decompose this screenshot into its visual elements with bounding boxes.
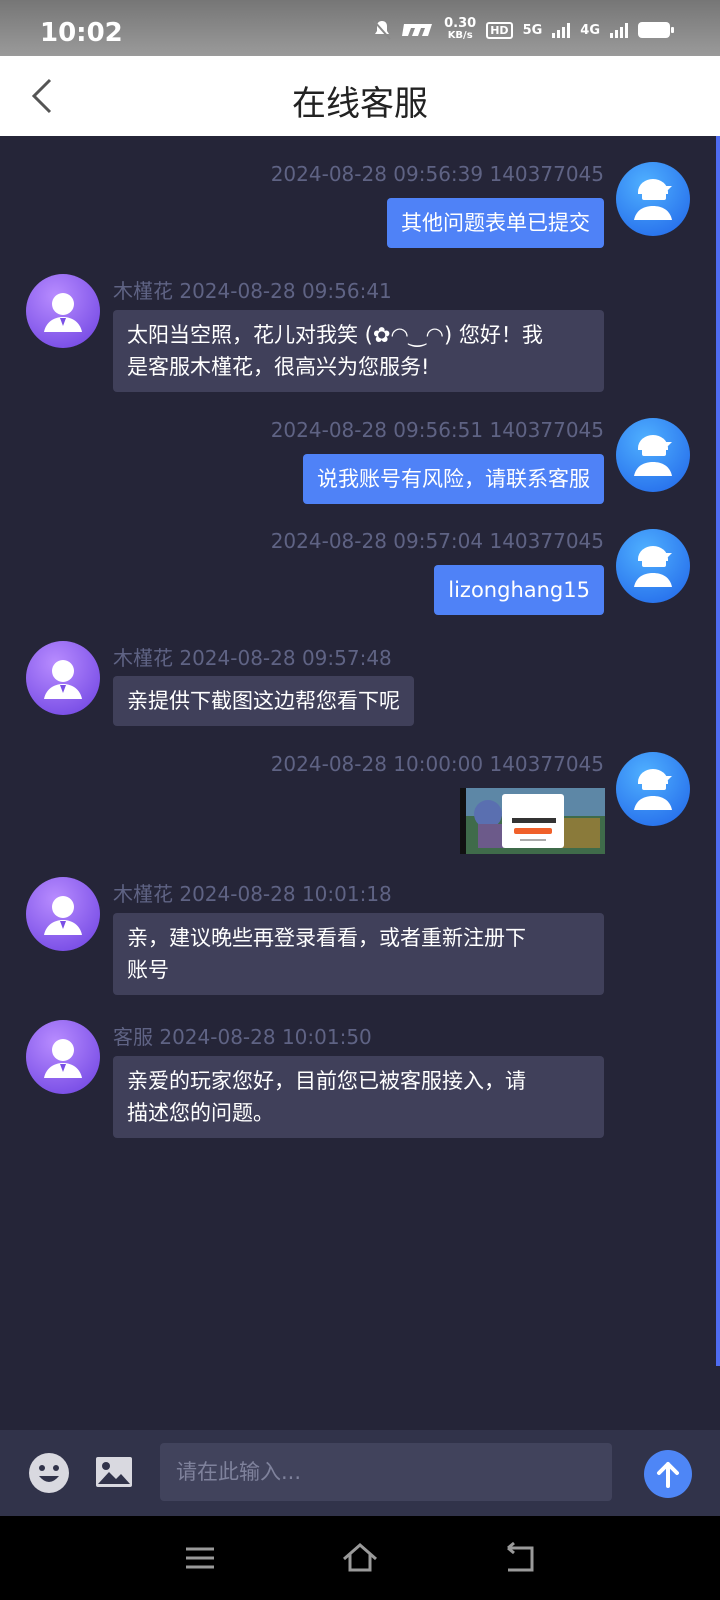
message-meta: 客服 2024-08-28 10:01:50 — [113, 1021, 372, 1050]
battery-icon — [638, 22, 674, 38]
sender-name: 木槿花 — [113, 646, 173, 670]
home-button[interactable] — [340, 1538, 380, 1578]
hd-badge: HD — [486, 21, 513, 39]
input-bar — [0, 1430, 720, 1516]
message-bubble[interactable]: lizonghang15 — [434, 565, 604, 615]
user-avatar-icon — [634, 546, 672, 587]
message-bubble[interactable]: 亲，建议晚些再登录看看，或者重新注册下 账号 — [113, 913, 604, 995]
emoji-button[interactable] — [28, 1452, 70, 1494]
user-avatar-icon — [634, 435, 672, 476]
status-icons: 0.30 KB/s HD 5G 4G — [372, 16, 674, 42]
scrollbar[interactable] — [716, 136, 720, 1366]
sender-name: 木槿花 — [113, 882, 173, 906]
agent-avatar[interactable] — [26, 641, 100, 715]
user-avatar[interactable] — [616, 529, 690, 603]
agent-avatar-icon — [44, 896, 82, 935]
agent-avatar[interactable] — [26, 1020, 100, 1094]
net1-label: 5G — [522, 22, 543, 38]
message-bubble[interactable]: 说我账号有风险，请联系客服 — [303, 454, 604, 504]
back-nav-button[interactable] — [500, 1538, 540, 1578]
image-icon — [96, 1457, 132, 1487]
net-speed: 0.30 KB/s — [444, 16, 477, 41]
message-line: 是客服木槿花，很高兴为您服务! — [127, 355, 430, 379]
agent-avatar[interactable] — [26, 274, 100, 348]
status-bar: 10:02 0.30 KB/s HD 5G 4G — [0, 0, 720, 56]
message-line: 描述您的问题。 — [127, 1101, 274, 1125]
user-avatar[interactable] — [616, 418, 690, 492]
menu-button[interactable] — [180, 1538, 220, 1578]
message-time: 2024-08-28 09:56:41 — [179, 279, 392, 303]
page-title: 在线客服 — [292, 84, 428, 124]
message-line: 亲，建议晚些再登录看看，或者重新注册下 — [127, 926, 526, 950]
message-line: 亲爱的玩家您好，目前您已被客服接入，请 — [127, 1069, 526, 1093]
sender-name: 客服 — [113, 1025, 153, 1049]
back-icon — [507, 1541, 534, 1572]
message-time: 2024-08-28 10:01:50 — [159, 1025, 372, 1049]
user-avatar-icon — [634, 769, 672, 810]
message-bubble[interactable]: 其他问题表单已提交 — [387, 198, 604, 248]
message-time: 2024-08-28 10:01:18 — [179, 882, 392, 906]
net2-label: 4G — [580, 22, 600, 38]
message-meta: 2024-08-28 09:56:39 140377045 — [270, 162, 604, 186]
mute-bell-icon — [373, 20, 391, 40]
send-button[interactable] — [644, 1450, 692, 1498]
agent-avatar[interactable] — [26, 877, 100, 951]
signal-icon — [552, 22, 571, 38]
screenshot-thumbnail — [460, 788, 605, 854]
message-line: 账号 — [127, 958, 169, 982]
header: 在线客服 — [0, 56, 720, 136]
status-time: 10:02 — [40, 18, 123, 48]
carrier-icon — [402, 24, 433, 36]
message-meta: 2024-08-28 09:57:04 140377045 — [270, 529, 604, 553]
message-meta: 2024-08-28 09:56:51 140377045 — [270, 418, 604, 442]
message-line: 太阳当空照，花儿对我笑 (✿◠‿◠) 您好！我 — [127, 323, 543, 347]
message-time: 2024-08-28 09:57:48 — [179, 646, 392, 670]
agent-avatar-icon — [44, 1039, 82, 1078]
message-input[interactable] — [160, 1443, 612, 1501]
menu-icon — [186, 1547, 214, 1569]
message-meta: 木槿花 2024-08-28 09:57:48 — [113, 642, 392, 671]
message-bubble[interactable]: 亲提供下截图这边帮您看下呢 — [113, 676, 414, 726]
emoji-icon — [29, 1453, 69, 1493]
message-meta: 木槿花 2024-08-28 09:56:41 — [113, 275, 392, 304]
navigation-bar — [0, 1516, 720, 1600]
user-avatar[interactable] — [616, 162, 690, 236]
user-avatar-icon — [634, 179, 672, 220]
message-meta: 木槿花 2024-08-28 10:01:18 — [113, 878, 392, 907]
arrow-up-icon — [657, 1462, 679, 1488]
signal-icon — [610, 22, 628, 38]
home-icon — [343, 1543, 377, 1572]
image-button[interactable] — [95, 1456, 133, 1488]
user-avatar[interactable] — [616, 752, 690, 826]
message-meta: 2024-08-28 10:00:00 140377045 — [270, 752, 604, 776]
message-bubble[interactable]: 太阳当空照，花儿对我笑 (✿◠‿◠) 您好！我 是客服木槿花，很高兴为您服务! — [113, 310, 604, 392]
agent-avatar-icon — [44, 660, 82, 699]
message-bubble[interactable]: 亲爱的玩家您好，目前您已被客服接入，请 描述您的问题。 — [113, 1056, 604, 1138]
image-message[interactable] — [460, 788, 605, 854]
agent-avatar-icon — [44, 293, 82, 332]
sender-name: 木槿花 — [113, 279, 173, 303]
